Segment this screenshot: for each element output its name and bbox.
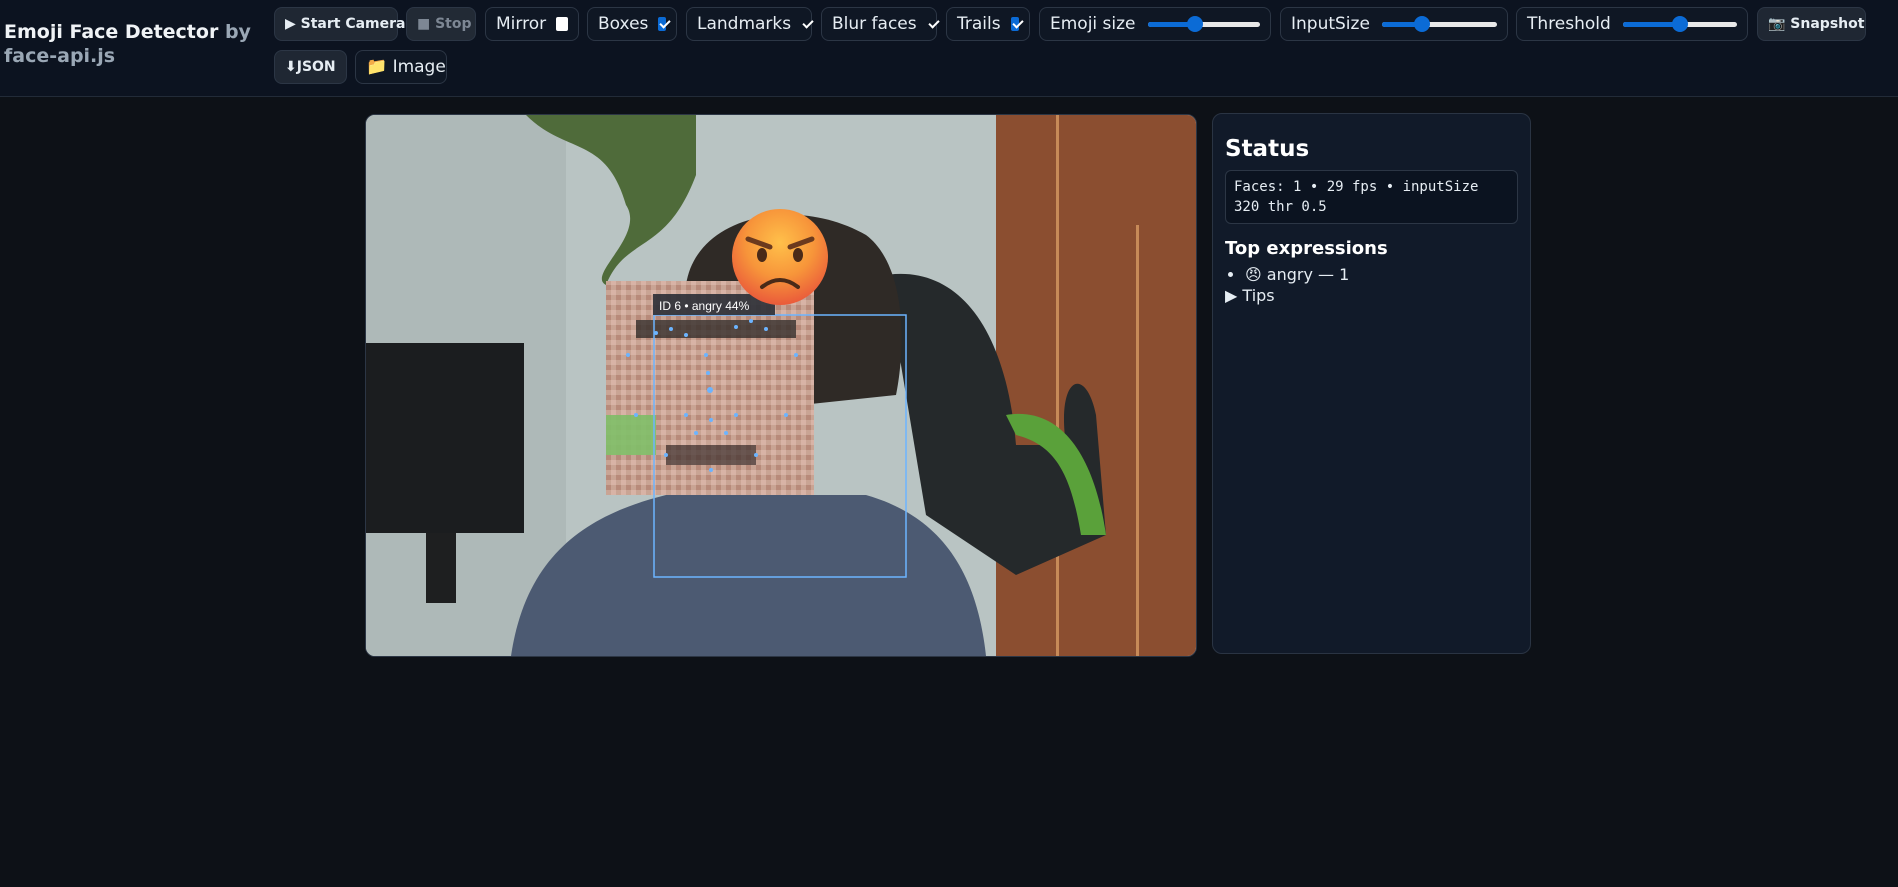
mirror-toggle[interactable]: Mirror	[485, 7, 579, 41]
landmarks-label: Landmarks	[697, 14, 792, 34]
expressions-heading: Top expressions	[1225, 238, 1388, 259]
snapshot-button[interactable]: 📷 Snapshot	[1757, 7, 1866, 41]
threshold-slider-thumb[interactable]	[1671, 16, 1688, 32]
image-upload-button[interactable]: 📁 Image	[355, 50, 447, 84]
input-size-label: InputSize	[1291, 14, 1370, 34]
emoji-size-control: Emoji size	[1039, 7, 1271, 41]
app-title-text: Emoji Face Detector	[4, 21, 219, 43]
trails-label: Trails	[957, 14, 1001, 34]
expressions-list: 😠 angry — 1	[1225, 265, 1518, 284]
threshold-slider[interactable]	[1622, 16, 1737, 32]
trails-checkbox[interactable]	[1010, 17, 1019, 31]
expression-item: 😠 angry — 1	[1245, 265, 1518, 284]
mirror-label: Mirror	[496, 14, 547, 34]
threshold-control: Threshold	[1516, 7, 1748, 41]
input-size-control: InputSize	[1280, 7, 1508, 41]
mirror-checkbox[interactable]	[556, 17, 568, 31]
angry-emoji-icon	[732, 209, 828, 305]
threshold-label: Threshold	[1527, 14, 1611, 34]
camera-frame: ID 6 • angry 44%	[366, 115, 1196, 656]
landmarks-toggle[interactable]: Landmarks	[686, 7, 812, 41]
angry-face-icon: 😠	[1245, 265, 1262, 284]
input-size-slider[interactable]	[1381, 16, 1497, 32]
boxes-checkbox[interactable]	[658, 17, 666, 31]
top-toolbar: Emoji Face Detector by face-api.js ▶ Sta…	[0, 0, 1898, 97]
tips-disclosure[interactable]: ▶ Tips	[1225, 286, 1518, 305]
boxes-toggle[interactable]: Boxes	[587, 7, 677, 41]
tips-label: Tips	[1242, 286, 1275, 305]
start-camera-button[interactable]: ▶ Start Camera	[274, 7, 406, 41]
expression-text: angry — 1	[1266, 265, 1350, 284]
stop-button[interactable]: ■ Stop	[406, 7, 476, 41]
status-panel: Status Faces: 1 • 29 fps • inputSize 320…	[1212, 113, 1531, 654]
boxes-label: Boxes	[598, 14, 649, 34]
app-title: Emoji Face Detector by face-api.js	[4, 20, 264, 68]
face-label: ID 6 • angry 44%	[659, 299, 750, 313]
wooden-door	[996, 115, 1196, 656]
status-heading: Status	[1225, 136, 1310, 162]
input-size-slider-thumb[interactable]	[1414, 16, 1431, 32]
monitor	[366, 343, 524, 533]
json-download-button[interactable]: ⬇JSON	[274, 50, 347, 84]
status-readout: Faces: 1 • 29 fps • inputSize 320 thr 0.…	[1225, 170, 1518, 224]
disclosure-triangle-icon: ▶	[1225, 286, 1238, 305]
trails-toggle[interactable]: Trails	[946, 7, 1030, 41]
camera-view: ID 6 • angry 44%	[365, 114, 1197, 657]
emoji-size-slider[interactable]	[1147, 16, 1260, 32]
blur-faces-toggle[interactable]: Blur faces	[821, 7, 937, 41]
blur-faces-label: Blur faces	[832, 14, 917, 34]
emoji-size-slider-thumb[interactable]	[1186, 16, 1203, 32]
emoji-size-label: Emoji size	[1050, 14, 1136, 34]
